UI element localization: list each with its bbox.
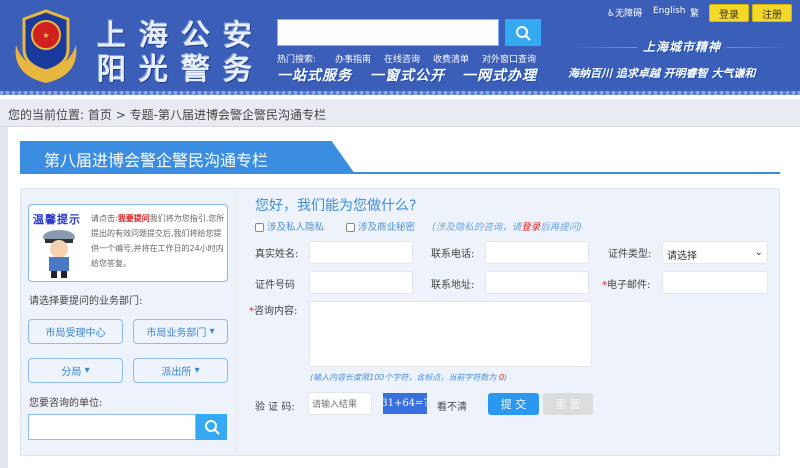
dept-button-station[interactable]: 派出所 ▾ [133,358,228,383]
hot-link[interactable]: 收费清单 [433,52,469,65]
site-header: ★ 上海公安 阳光警务 热门搜索: 办事指南 在线咨询 收费清单 对外窗口查询 … [0,0,800,95]
accessibility-link[interactable]: ♿无障碍 [607,6,642,19]
caret-down-icon: ▾ [194,365,200,376]
accessibility-label: 无障碍 [615,9,643,19]
login-link[interactable]: 登录 [521,222,540,233]
ask-question-link[interactable]: 我要提问 [118,214,150,223]
police-mascot-icon [43,230,75,278]
id-number-input[interactable] [309,271,413,294]
slogan: 一站式服务 [277,68,352,84]
phone-label: 联系电话: [431,249,475,260]
refresh-captcha-link[interactable]: 看不清 [437,398,467,413]
tip-prefix: 请点击: [91,214,118,223]
tip-box: 温馨提示 请点击:我要提问我们将为您指引.您所提出的有效问题提交后,我们将给您提… [28,204,228,282]
unit-search-input[interactable] [28,414,196,440]
email-input[interactable] [662,271,768,294]
hot-link[interactable]: 办事指南 [335,52,371,65]
breadcrumb: 您的当前位置: 首页 > 专题-第八届进博会警企警民沟通专栏 [0,99,800,127]
content-label-text: 咨询内容: [254,306,298,317]
phone-input[interactable] [485,241,589,264]
left-strip [0,127,8,468]
city-spirit-title: 上海城市精神 [637,38,728,55]
captcha-input[interactable] [308,392,372,415]
site-search-input[interactable] [277,19,499,46]
captcha-image[interactable]: 31+64=? [381,393,429,414]
reset-button[interactable]: 重 置 [543,393,593,415]
id-number-label: 证件号码 [255,280,295,291]
city-spirit: 海纳百川 追求卓越 开明睿智 大气谦和 [568,67,756,80]
dept-button-label: 分局 [61,367,82,378]
english-link[interactable]: English [653,6,686,16]
id-type-value: 请选择 [667,251,697,262]
tip-title: 温馨提示 [33,213,81,226]
breadcrumb-home[interactable]: 首页 [88,108,112,122]
privacy-note-text: 后再提问) [540,222,582,233]
form-greeting: 您好，我们能为您做什么? [255,198,417,214]
slogan: 一网式办理 [462,68,537,84]
hot-link[interactable]: 在线咨询 [384,52,420,65]
business-secret-checkbox[interactable]: 涉及商业秘密 [346,219,415,233]
address-input[interactable] [485,271,589,294]
char-limit-text: ) [504,373,508,382]
unit-search-button[interactable] [196,414,227,440]
address-label: 联系地址: [431,280,475,291]
unit-label: 您要咨询的单位: [29,398,103,409]
slogan: 一窗式公开 [370,68,445,84]
id-type-label: 证件类型: [608,249,652,260]
name-input[interactable] [309,241,413,264]
search-icon [204,420,220,435]
register-button[interactable]: 注册 [752,4,792,22]
site-search-button[interactable] [505,19,541,46]
content-label: *咨询内容: [249,302,297,317]
page-title: 第八届进博会警企警民沟通专栏 [20,141,355,174]
traditional-chinese-link[interactable]: 繁 [690,6,699,19]
search-icon [516,25,531,41]
char-limit-note: (输入内容长度限100个字符，含标点，当前字符数为 0) [310,372,507,383]
dept-label: 请选择要提问的业务部门: [29,296,143,307]
dept-button-label: 派出所 [161,367,192,378]
caret-down-icon: ▾ [209,326,215,337]
submit-button[interactable]: 提 交 [488,393,539,415]
login-button[interactable]: 登录 [709,4,749,22]
svg-text:★: ★ [42,31,49,40]
tip-text: 请点击:我要提问我们将为您指引.您所提出的有效问题提交后,我们将给您提供一个编号… [91,211,225,271]
checkbox[interactable] [346,223,355,232]
char-limit-text: (输入内容长度限100个字符，含标点，当前字符数为 [310,373,499,382]
police-badge-logo: ★ [15,9,77,83]
name-label: 真实姓名: [255,249,299,260]
checkbox[interactable] [255,223,264,232]
dept-button-center[interactable]: 市局受理中心 [28,319,123,344]
breadcrumb-label: 您的当前位置: [8,108,85,122]
site-name-line2: 阳光警务 [97,52,266,86]
business-secret-label: 涉及商业秘密 [358,222,416,233]
content-textarea[interactable] [309,301,592,367]
privacy-checkbox[interactable]: 涉及私人隐私 [255,219,324,233]
caret-down-icon: ▾ [84,365,90,376]
dept-button-branch[interactable]: 分局 ▾ [28,358,123,383]
captcha-label: 验 证 码: [255,402,295,413]
privacy-note: (涉及隐私的咨询，请登录后再提问) [432,219,582,233]
email-label-text: 电子邮件: [607,280,651,291]
privacy-label: 涉及私人隐私 [267,222,325,233]
breadcrumb-separator: > [115,108,126,122]
dept-button-label: 市局业务部门 [146,328,207,339]
id-type-select[interactable]: 请选择 ⌄ [662,241,768,264]
hot-search-label: 热门搜索: [277,55,317,65]
breadcrumb-current: 专题-第八届进博会警企警民沟通专栏 [129,108,326,122]
email-label: *电子邮件: [602,276,650,291]
hot-link[interactable]: 对外窗口查询 [482,52,536,65]
chevron-down-icon: ⌄ [754,247,763,258]
privacy-note-text: (涉及隐私的咨询，请 [432,222,522,233]
title-underline [20,172,780,174]
dept-button-business[interactable]: 市局业务部门 ▾ [133,319,228,344]
